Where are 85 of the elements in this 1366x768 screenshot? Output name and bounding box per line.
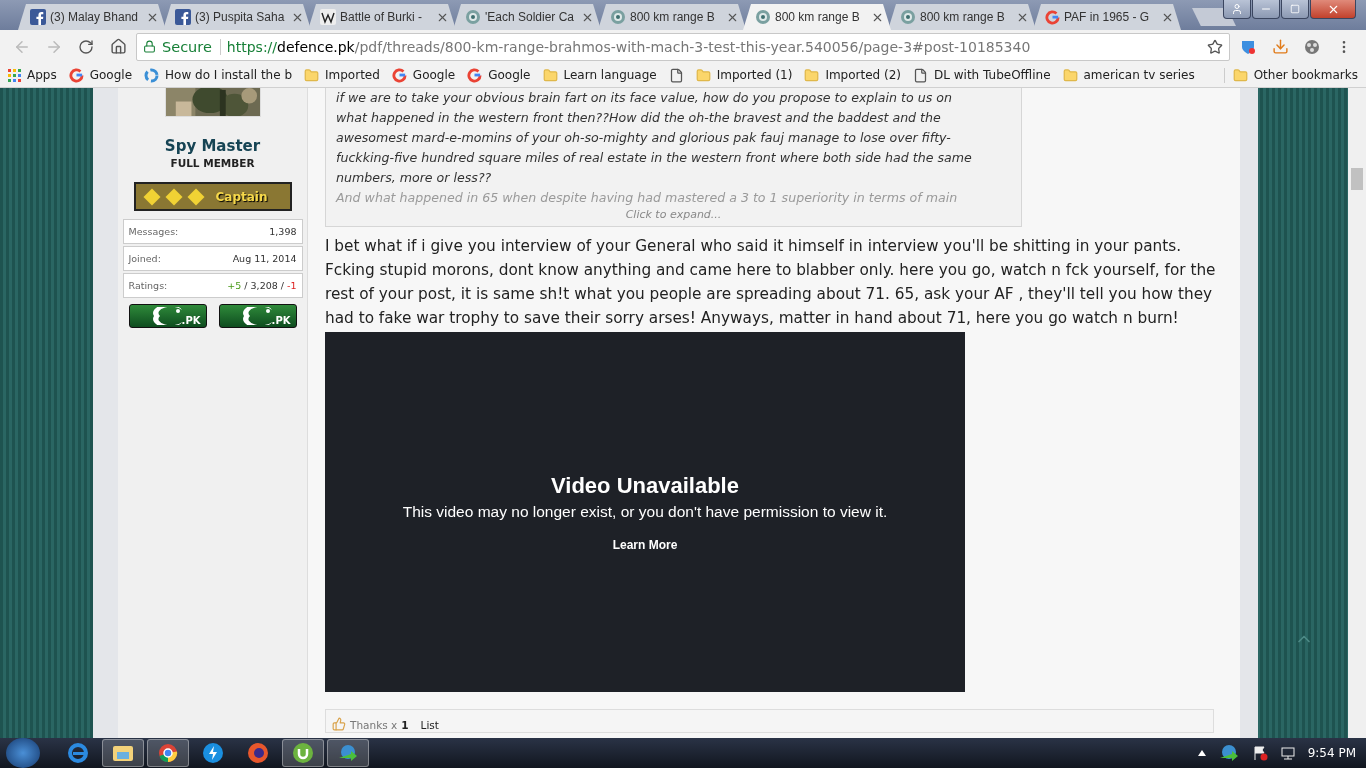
taskbar-app[interactable]: [147, 739, 189, 767]
folder-icon: [112, 743, 134, 763]
bookmark[interactable]: Imported (1): [695, 67, 793, 83]
quote-faded-text: And what happened in 65 when despite having had mastered a 3 to 1 superiority in terms of main: [336, 189, 959, 207]
bookmark[interactable]: DL with TubeOffline: [913, 67, 1051, 83]
firefox-icon: [247, 742, 269, 764]
minimize-button[interactable]: [1252, 0, 1280, 19]
stat-row: Ratings: +5 / 3,208 / -1: [122, 273, 303, 298]
stat-row: Messages: 1,398: [122, 219, 303, 244]
list-link[interactable]: List: [420, 719, 439, 731]
flag-badge: .PK: [128, 304, 207, 328]
thanks-label: Thanks x: [350, 719, 398, 731]
bookmark[interactable]: How do I install the b: [144, 67, 292, 83]
thanks-count: 1: [401, 719, 409, 731]
bookmark[interactable]: Imported (2): [804, 67, 901, 83]
torrent-icon: [292, 742, 314, 764]
emblem-icon: [900, 9, 916, 25]
browser-tab[interactable]: PAF in 1965 - G: [1033, 4, 1181, 30]
browser-tab[interactable]: 800 km range B: [743, 4, 891, 30]
wikipedia-icon: [320, 9, 336, 25]
lock-icon: [143, 40, 156, 53]
bolt-icon: [202, 742, 224, 764]
profile-button[interactable]: [1223, 0, 1251, 19]
bookmark[interactable]: [668, 67, 684, 83]
page-icon: [913, 67, 928, 83]
rank-badge: Captain: [133, 182, 292, 211]
quote-text: if we are to take your obvious brain fart on its face value, how do you propose to explain to us on what happened in the western front then??How did the oh-the bravest and the baddest and the awesomest mard-e-momins of your oh-so-mighty and glorious pak fauj manage to lose over fifty- fuckking-five hundred square miles of real estate in the western front where both side had the same numbers, more or less??: [336, 89, 973, 187]
ring-icon: [144, 67, 160, 83]
stat-row: Joined: Aug 11, 2014: [122, 246, 303, 271]
person-icon: [1231, 3, 1243, 15]
google-icon: [1045, 9, 1060, 25]
other-bookmarks[interactable]: Other bookmarks: [1223, 67, 1358, 83]
taskbar-app[interactable]: [102, 739, 144, 767]
folder-icon: [1062, 67, 1078, 83]
facebook-icon: [30, 9, 46, 25]
username[interactable]: Spy Master: [164, 137, 261, 155]
maximize-icon: [1290, 4, 1300, 14]
thumbs-up-icon: [332, 717, 346, 731]
bookmark[interactable]: american tv series: [1062, 67, 1195, 83]
emblem-icon: [755, 9, 771, 25]
video-player[interactable]: Video Unavailable This video may no longer exist, or you don't have permission to view it. Learn More: [325, 332, 965, 692]
emblem-icon: [610, 9, 626, 25]
start-button[interactable]: [6, 738, 40, 768]
browser-tab[interactable]: (3) Malay Bhand: [18, 4, 166, 30]
browser-tab[interactable]: (3) Puspita Saha: [163, 4, 311, 30]
folder-icon: [695, 67, 711, 83]
browser-e-icon: [67, 742, 89, 764]
scrollbar[interactable]: [1348, 88, 1366, 738]
close-button[interactable]: [1310, 0, 1356, 19]
browser-tab[interactable]: Battle of Burki -: [308, 4, 456, 30]
bookmark[interactable]: Apps: [8, 68, 57, 82]
bookmark[interactable]: Learn language: [542, 67, 657, 83]
bookmark[interactable]: Google: [467, 67, 531, 83]
post-text: I bet what if i give you interview of your General who said it himself in interview you'll be shitting in your pants. Fcking stupid morons, dont know anything and came here to blabber only. here you go, watch n fck yourself, for the rest of your post, it is same sh!t what you people are spreading about 71. 65, ask your AF , they'll tell you how they had to fake war trophy to save their sorry arses! Anyways, matter in hand about 71, here you go watch n burn!: [325, 236, 1217, 329]
video-message: This video may no longer exist, or you don't have permission to view it.: [402, 502, 888, 521]
member-title: FULL MEMBER: [170, 157, 255, 169]
folder-icon: [304, 67, 319, 83]
facebook-icon: [175, 9, 191, 25]
page-icon: [668, 67, 684, 83]
star-icon[interactable]: [1207, 38, 1223, 55]
emblem-icon: [465, 9, 481, 25]
video-title: Video Unavailable: [551, 472, 739, 499]
folder-icon: [1232, 67, 1248, 83]
flag-icon[interactable]: [1251, 745, 1268, 761]
learn-more-link[interactable]: Learn More: [612, 537, 678, 552]
network-icon[interactable]: [1279, 745, 1296, 761]
browser-tab[interactable]: 'Each Soldier Ca: [453, 4, 601, 30]
apps-grid-icon: [8, 68, 21, 82]
browser-tab[interactable]: 800 km range B: [888, 4, 1036, 30]
flag-badge: .PK: [218, 304, 297, 328]
bookmark[interactable]: Google: [391, 67, 456, 83]
bookmark[interactable]: Google: [68, 67, 133, 83]
bookmark[interactable]: Imported: [304, 67, 380, 83]
google-icon: [467, 67, 483, 83]
taskbar-app[interactable]: [282, 739, 324, 767]
tray-arrow-icon[interactable]: [1197, 750, 1206, 756]
folder-icon: [542, 67, 558, 83]
browser-tab[interactable]: 800 km range B: [598, 4, 746, 30]
clock[interactable]: 9:54 PM: [1307, 746, 1356, 760]
google-icon: [68, 67, 84, 83]
google-icon: [391, 67, 407, 83]
chrome-icon: [158, 743, 178, 763]
folder-icon: [804, 67, 820, 83]
maximize-button[interactable]: [1281, 0, 1309, 19]
address-bar[interactable]: Secure https://defence.pk/pdf/threads/800-km-range-brahmos-with-mach-3-test-this-year.540056/page-3#post-10185340: [136, 32, 1230, 61]
